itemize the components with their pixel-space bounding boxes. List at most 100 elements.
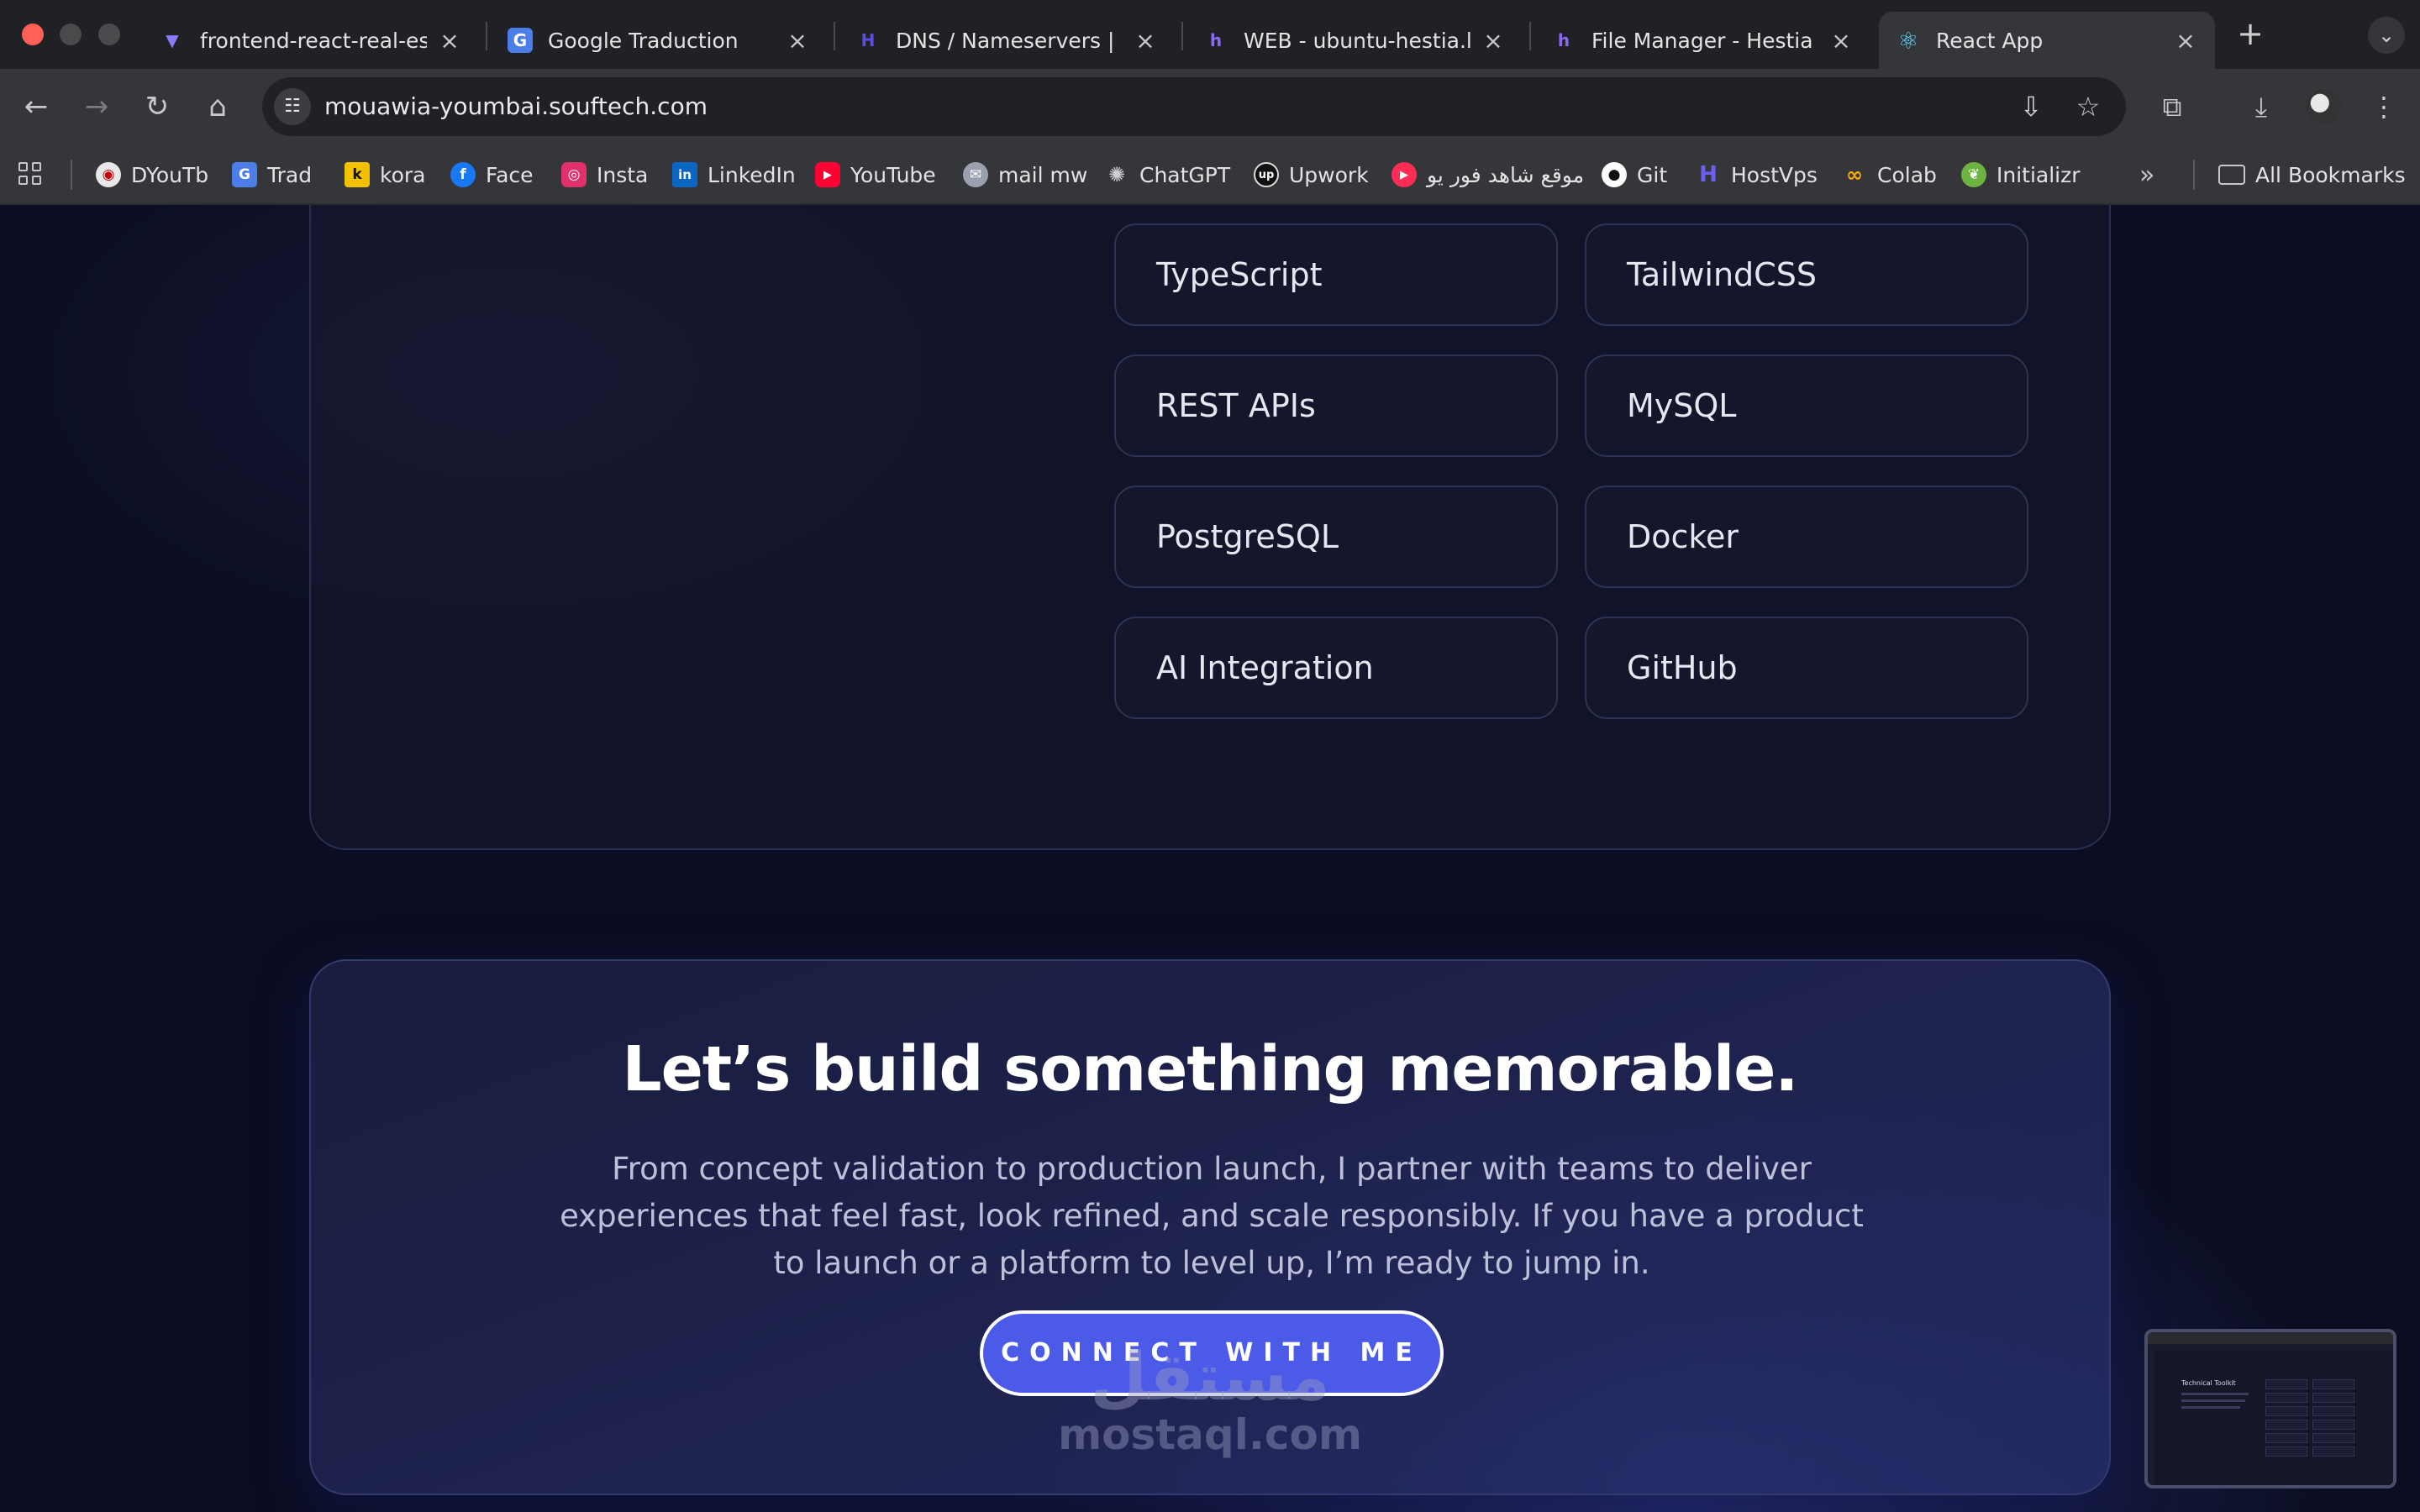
bookmark-hostvps[interactable]: H HostVps bbox=[1696, 144, 1818, 205]
connect-with-me-button[interactable]: CONNECT WITH ME bbox=[980, 1310, 1444, 1396]
tab-frontend-react[interactable]: ▼ frontend-react-real-estate × bbox=[143, 12, 479, 69]
bookmark-label: Git bbox=[1637, 162, 1668, 187]
bookmark-git[interactable]: ● Git bbox=[1602, 144, 1667, 205]
window-close-button[interactable] bbox=[22, 24, 44, 45]
skill-chip: TypeScript bbox=[1114, 223, 1558, 326]
bookmark-label: mail mw bbox=[998, 162, 1088, 187]
profile-avatar[interactable] bbox=[2306, 89, 2341, 124]
tab-file-manager-hestia[interactable]: h File Manager - Hestia Control Panel × bbox=[1534, 12, 1870, 69]
bookmark-shahid[interactable]: ▶ موقع شاهد فور يو bbox=[1392, 144, 1584, 205]
extensions-icon[interactable]: ⧉ bbox=[2153, 87, 2191, 126]
bookmark-mail-mw[interactable]: ✉ mail mw bbox=[963, 144, 1087, 205]
browser-tab-bar: ▼ frontend-react-real-estate × G Google … bbox=[0, 0, 2420, 69]
shahid-icon: ▶ bbox=[1392, 162, 1417, 187]
tab-title: WEB - ubuntu-hestia.local bbox=[1244, 28, 1470, 53]
tab-search-chevron-icon[interactable]: ⌄ bbox=[2368, 17, 2405, 54]
address-bar[interactable]: ☷ mouawia-youmbai.souftech.com ⇩ ☆ bbox=[262, 77, 2126, 136]
bookmark-star-icon[interactable]: ☆ bbox=[2069, 87, 2107, 126]
upwork-icon: up bbox=[1254, 162, 1279, 187]
close-icon[interactable]: × bbox=[2173, 27, 2198, 55]
bookmark-dyoutb[interactable]: ◉ DYouTb bbox=[96, 144, 208, 205]
skill-chip: AI Integration bbox=[1114, 617, 1558, 719]
forward-arrow-icon[interactable]: → bbox=[77, 87, 116, 126]
preview-cell bbox=[2265, 1446, 2307, 1457]
technical-toolkit-card: TypeScript TailwindCSS REST APIs MySQL P… bbox=[309, 205, 2111, 850]
skill-chip: GitHub bbox=[1585, 617, 2028, 719]
hestia-icon: h bbox=[1209, 30, 1223, 50]
tab-title: DNS / Nameservers | Hostinger bbox=[896, 28, 1123, 53]
home-icon[interactable]: ⌂ bbox=[198, 87, 237, 126]
close-icon[interactable]: × bbox=[1481, 27, 1506, 55]
install-app-icon[interactable]: ⇩ bbox=[2012, 87, 2050, 126]
preview-cell bbox=[2265, 1420, 2307, 1430]
tab-dns-nameservers[interactable]: H DNS / Nameservers | Hostinger × bbox=[839, 12, 1175, 69]
bookmark-chatgpt[interactable]: ✺ ChatGPT bbox=[1104, 144, 1230, 205]
all-bookmarks-folder[interactable]: All Bookmarks bbox=[2218, 144, 2406, 205]
dyoutb-icon: ◉ bbox=[96, 162, 121, 187]
translate-icon: G bbox=[232, 162, 257, 187]
tab-title: Google Traduction bbox=[548, 28, 739, 53]
tab-title: frontend-react-real-estate bbox=[200, 28, 427, 53]
close-icon[interactable]: × bbox=[1828, 27, 1854, 55]
more-bookmarks-chevron-icon[interactable]: » bbox=[2139, 144, 2154, 205]
page-viewport: TypeScript TailwindCSS REST APIs MySQL P… bbox=[0, 205, 2420, 1512]
bookmark-upwork[interactable]: up Upwork bbox=[1254, 144, 1369, 205]
preview-text-line bbox=[2181, 1406, 2240, 1409]
bookmark-initializr[interactable]: ❦ Initializr bbox=[1961, 144, 2081, 205]
tab-google-traduction[interactable]: G Google Traduction × bbox=[491, 12, 827, 69]
bookmark-label: موقع شاهد فور يو bbox=[1427, 162, 1585, 187]
bookmark-label: LinkedIn bbox=[708, 162, 796, 187]
new-tab-button[interactable]: + bbox=[2232, 17, 2269, 54]
close-icon[interactable]: × bbox=[1133, 27, 1158, 55]
browser-toolbar: ← → ↻ ⌂ ☷ mouawia-youmbai.souftech.com ⇩… bbox=[0, 69, 2420, 144]
skill-chip: Docker bbox=[1585, 486, 2028, 588]
bookmark-label: All Bookmarks bbox=[2255, 162, 2406, 187]
bookmark-trad[interactable]: G Trad bbox=[232, 144, 312, 205]
bookmark-youtube[interactable]: ▶ YouTube bbox=[815, 144, 936, 205]
bookmark-colab[interactable]: ∞ Colab bbox=[1842, 144, 1937, 205]
preview-cell bbox=[2312, 1420, 2354, 1430]
preview-cell bbox=[2312, 1446, 2354, 1457]
bookmark-label: HostVps bbox=[1731, 162, 1818, 187]
tab-title: React App bbox=[1936, 28, 2044, 53]
skill-chip: TailwindCSS bbox=[1585, 223, 2028, 326]
mail-icon: ✉ bbox=[963, 162, 988, 187]
react-icon: ⚛ bbox=[1897, 26, 1919, 55]
bookmark-face[interactable]: f Face bbox=[450, 144, 534, 205]
preview-cell bbox=[2312, 1379, 2354, 1389]
apps-grid-icon[interactable] bbox=[18, 162, 44, 187]
site-settings-icon[interactable]: ☷ bbox=[274, 88, 311, 125]
preview-cell bbox=[2312, 1406, 2354, 1416]
preview-title: Technical Toolkit bbox=[2181, 1379, 2236, 1387]
cta-heading: Let’s build something memorable. bbox=[622, 1033, 1798, 1105]
bookmark-label: Insta bbox=[597, 162, 649, 187]
url-text[interactable]: mouawia-youmbai.souftech.com bbox=[324, 77, 708, 136]
tab-web-ubuntu-hestia[interactable]: h WEB - ubuntu-hestia.local × bbox=[1186, 12, 1523, 69]
page-preview-thumbnail[interactable]: Technical Toolkit bbox=[2144, 1329, 2396, 1488]
skill-chip: MySQL bbox=[1585, 354, 2028, 457]
github-icon: ● bbox=[1602, 162, 1627, 187]
vite-icon: ▼ bbox=[166, 30, 179, 50]
bookmark-label: Face bbox=[486, 162, 534, 187]
kora-icon: k bbox=[345, 162, 370, 187]
youtube-icon: ▶ bbox=[815, 162, 840, 187]
bookmark-kora[interactable]: k kora bbox=[345, 144, 425, 205]
reload-icon[interactable]: ↻ bbox=[138, 87, 176, 126]
bookmark-linkedin[interactable]: in LinkedIn bbox=[672, 144, 796, 205]
window-zoom-button[interactable] bbox=[98, 24, 120, 45]
linkedin-icon: in bbox=[672, 162, 697, 187]
preview-text-line bbox=[2181, 1393, 2249, 1395]
bookmark-insta[interactable]: ◎ Insta bbox=[561, 144, 648, 205]
bookmark-label: Upwork bbox=[1289, 162, 1369, 187]
window-minimize-button[interactable] bbox=[60, 24, 82, 45]
preview-cell bbox=[2265, 1433, 2307, 1443]
close-icon[interactable]: × bbox=[437, 27, 462, 55]
download-icon[interactable]: ⤓ bbox=[2242, 87, 2281, 126]
preview-cell bbox=[2312, 1433, 2354, 1443]
folder-icon bbox=[2218, 165, 2245, 185]
tab-react-app[interactable]: ⚛ React App × bbox=[1879, 12, 2215, 69]
more-menu-icon[interactable]: ⋮ bbox=[2365, 87, 2403, 126]
bookmark-label: Colab bbox=[1877, 162, 1937, 187]
back-arrow-icon[interactable]: ← bbox=[17, 87, 55, 126]
close-icon[interactable]: × bbox=[785, 27, 810, 55]
